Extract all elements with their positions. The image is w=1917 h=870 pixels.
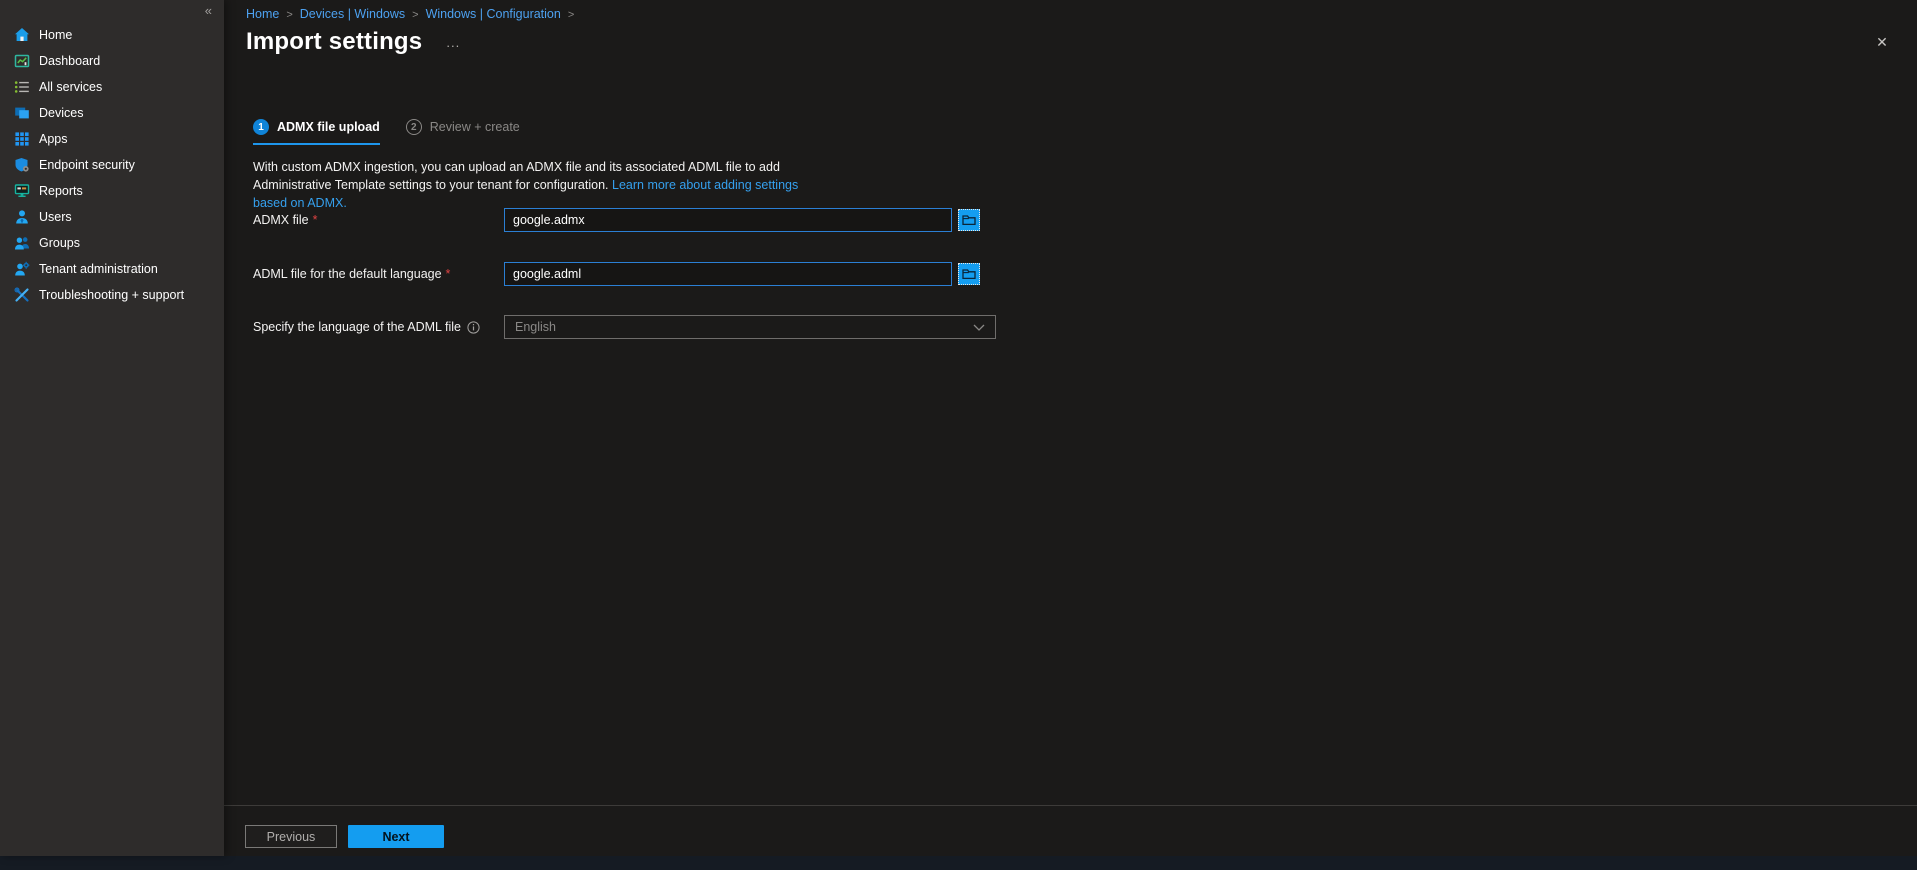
field-label-text: ADMX file [253, 213, 309, 227]
admx-file-input[interactable] [504, 208, 952, 232]
sidebar-item-label: Dashboard [39, 54, 101, 68]
app-window: « Home Dashboard All services Devices Ap… [0, 0, 1917, 870]
wizard-steps: 1 ADMX file upload 2 Review + create [253, 119, 520, 145]
reports-icon [14, 183, 30, 199]
sidebar-item-label: Troubleshooting + support [39, 288, 185, 302]
dropdown-selected-value: English [515, 320, 556, 334]
breadcrumb-separator: > [286, 9, 293, 21]
adml-file-label: ADML file for the default language * [253, 267, 504, 281]
sidebar-item-label: All services [39, 80, 103, 94]
sidebar-item-devices[interactable]: Devices [0, 100, 224, 126]
adml-language-row: Specify the language of the ADML file En… [253, 315, 996, 339]
folder-icon [962, 268, 976, 280]
more-options-icon[interactable]: ... [446, 35, 460, 50]
all-services-icon [14, 79, 30, 95]
sidebar: « Home Dashboard All services Devices Ap… [0, 0, 224, 856]
adml-file-input[interactable] [504, 262, 952, 286]
breadcrumb-link-devices-windows[interactable]: Devices | Windows [300, 7, 405, 21]
sidebar-item-dashboard[interactable]: Dashboard [0, 48, 224, 74]
admx-file-label: ADMX file * [253, 213, 504, 227]
sidebar-item-all-services[interactable]: All services [0, 74, 224, 100]
sidebar-item-label: Endpoint security [39, 158, 135, 172]
breadcrumb-separator: > [412, 9, 419, 21]
admx-file-row: ADMX file * [253, 208, 980, 232]
sidebar-item-tenant-administration[interactable]: Tenant administration [0, 256, 224, 282]
troubleshooting-icon [14, 287, 30, 303]
sidebar-item-groups[interactable]: Groups [0, 230, 224, 256]
sidebar-item-label: Tenant administration [39, 262, 158, 276]
apps-icon [14, 131, 30, 147]
required-marker: * [312, 213, 318, 227]
home-icon [14, 27, 30, 43]
dashboard-icon [14, 53, 30, 69]
required-marker: * [445, 267, 451, 281]
tab-review-create[interactable]: 2 Review + create [405, 119, 520, 135]
step-number-badge: 1 [253, 119, 269, 135]
adml-language-label: Specify the language of the ADML file [253, 320, 504, 334]
tenant-administration-icon [14, 261, 30, 277]
next-button[interactable]: Next [348, 825, 444, 848]
tab-admx-file-upload[interactable]: 1 ADMX file upload [253, 119, 380, 145]
main-content: Home > Devices | Windows > Windows | Configu… [224, 0, 1917, 856]
tab-label: Review + create [429, 120, 520, 134]
tab-label: ADMX file upload [277, 120, 380, 134]
adml-file-row: ADML file for the default language * [253, 262, 980, 286]
breadcrumb-separator: > [567, 9, 575, 21]
groups-icon [14, 235, 30, 251]
sidebar-item-endpoint-security[interactable]: Endpoint security [0, 152, 224, 178]
sidebar-nav: Home Dashboard All services Devices Apps… [0, 0, 224, 308]
sidebar-item-troubleshooting[interactable]: Troubleshooting + support [0, 282, 224, 308]
window-bottom-strip [0, 856, 1917, 870]
info-icon[interactable] [467, 320, 480, 334]
page-description: With custom ADMX ingestion, you can uplo… [253, 158, 819, 212]
sidebar-item-label: Reports [39, 184, 83, 198]
users-icon [14, 209, 30, 225]
field-label-text: ADML file for the default language [253, 267, 442, 281]
adml-language-dropdown[interactable]: English [504, 315, 996, 339]
devices-icon [14, 105, 30, 121]
close-icon[interactable]: ✕ [1873, 33, 1891, 51]
chevron-down-icon [973, 324, 985, 331]
breadcrumb: Home > Devices | Windows > Windows | Configu… [246, 7, 581, 21]
folder-icon [962, 214, 976, 226]
footer-divider [224, 805, 1917, 806]
breadcrumb-link-home[interactable]: Home [246, 7, 279, 21]
sidebar-item-reports[interactable]: Reports [0, 178, 224, 204]
sidebar-item-label: Users [39, 210, 72, 224]
sidebar-item-label: Home [39, 28, 73, 42]
admx-browse-button[interactable] [958, 209, 980, 231]
sidebar-item-home[interactable]: Home [0, 22, 224, 48]
breadcrumb-link-windows-configuration[interactable]: Windows | Configuration [426, 7, 561, 21]
page-title: Import settings [246, 28, 423, 55]
step-number-badge: 2 [405, 119, 422, 135]
sidebar-item-label: Apps [39, 132, 68, 146]
sidebar-item-users[interactable]: Users [0, 204, 224, 230]
previous-button[interactable]: Previous [245, 825, 337, 848]
endpoint-security-icon [14, 157, 30, 173]
field-label-text: Specify the language of the ADML file [253, 320, 462, 334]
sidebar-item-label: Devices [39, 106, 84, 120]
adml-browse-button[interactable] [958, 263, 980, 285]
sidebar-collapse-icon[interactable]: « [205, 3, 212, 18]
sidebar-item-label: Groups [39, 236, 80, 250]
sidebar-item-apps[interactable]: Apps [0, 126, 224, 152]
